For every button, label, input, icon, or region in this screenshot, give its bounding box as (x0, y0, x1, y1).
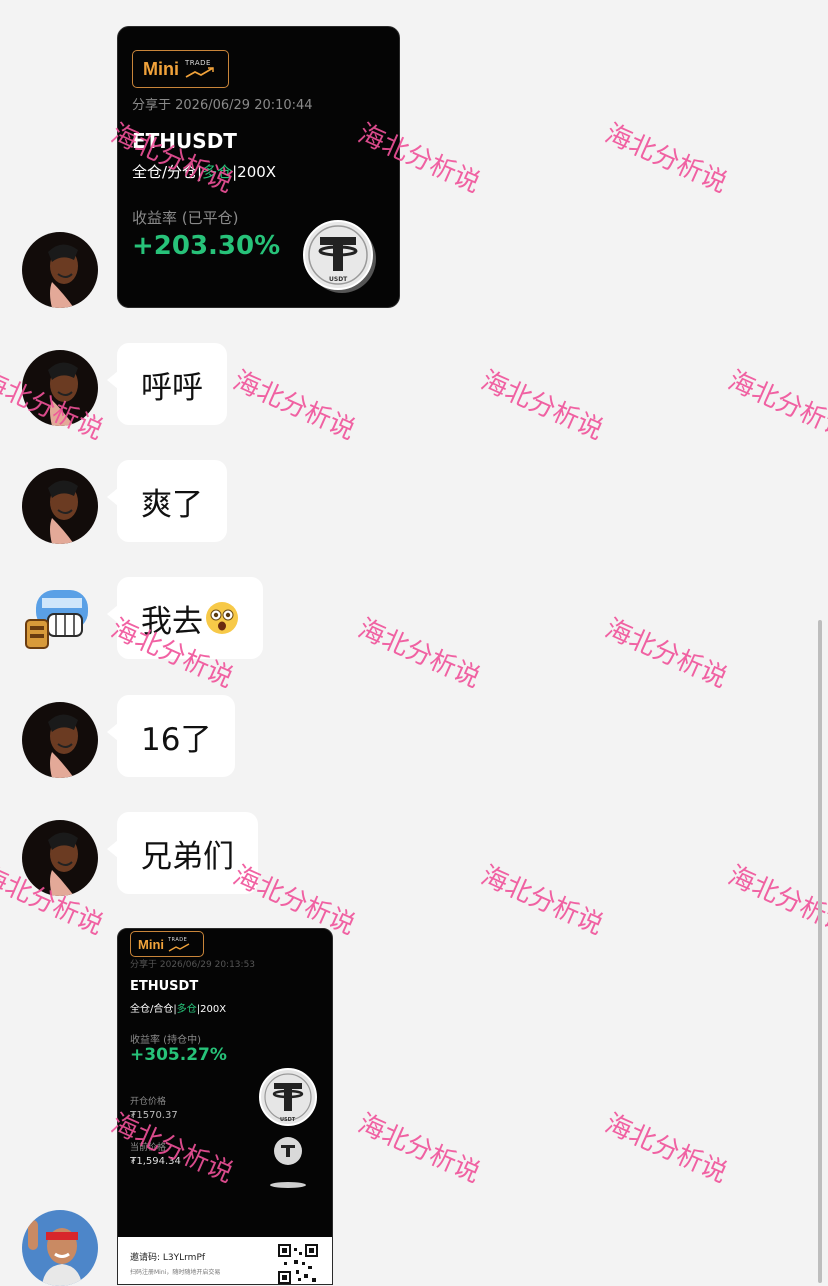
logo-trend-icon: TRADE (168, 937, 190, 952)
open-price-label: 开仓价格 (130, 1097, 167, 1107)
message-text: 爽了 (141, 486, 203, 523)
trade-symbol: ETHUSDT (132, 129, 237, 153)
invite-code: 邀请码: L3YLrmPf (130, 1253, 206, 1263)
watermark: 海北分析说 (353, 613, 485, 694)
current-price-value: ₮1,594.34 (130, 1156, 181, 1167)
invite-note: 扫码注册Mini，随时随地开启交易 (130, 1269, 221, 1276)
message-text: 16了 (141, 721, 212, 758)
message-text: 我去 (141, 603, 203, 640)
invite-footer: 邀请码: L3YLrmPf 扫码注册Mini，随时随地开启交易 (118, 1237, 332, 1284)
watermark: 海北分析说 (353, 1108, 485, 1189)
coin-label: USDT (280, 1117, 296, 1123)
message-bubble[interactable]: 16了 (106, 695, 236, 777)
usdt-coin-icon: USDT (258, 1067, 318, 1201)
avatar[interactable] (22, 820, 98, 896)
leverage: |200X (196, 1004, 227, 1015)
position-info: 全仓/分仓|多仓|200X (132, 161, 276, 182)
trade-symbol: ETHUSDT (130, 979, 199, 994)
avatar[interactable] (22, 350, 98, 426)
watermark: 海北分析说 (228, 365, 360, 446)
watermark: 海北分析说 (723, 365, 828, 446)
shared-timestamp: 分享于 2026/06/29 20:10:44 (132, 98, 313, 113)
avatar-red-headband[interactable] (22, 1210, 98, 1286)
logo-text: Mini (143, 58, 179, 79)
logo-text: Mini (138, 936, 164, 952)
scrollbar[interactable] (818, 620, 822, 1283)
avatar[interactable] (22, 232, 98, 308)
watermark: 海北分析说 (600, 613, 732, 694)
coin-label: USDT (329, 276, 348, 283)
message-bubble[interactable]: 兄弟们 (107, 812, 258, 894)
usdt-coin-icon: USDT (302, 213, 378, 299)
current-price-label: 当前价格 (130, 1143, 167, 1153)
avatar-pixel-character[interactable] (22, 584, 98, 660)
message-bubble[interactable]: 我去 (107, 577, 263, 659)
margin-mode: 全仓/合仓| (130, 1004, 177, 1015)
margin-mode: 全仓/分仓| (132, 163, 203, 181)
watermark: 海北分析说 (600, 1108, 732, 1189)
open-price-value: ₮1570.37 (130, 1110, 178, 1121)
message-text: 兄弟们 (141, 838, 234, 875)
mini-trade-logo: Mini TRADE (130, 931, 204, 957)
trade-share-card[interactable]: Mini TRADE 分享于 2026/06/29 20:13:53 ETHUS… (117, 928, 333, 1285)
message-bubble[interactable]: 呼呼 (107, 343, 227, 425)
position-direction: 多仓 (176, 1004, 197, 1015)
astonished-face-icon (205, 601, 239, 635)
avatar[interactable] (22, 702, 98, 778)
pnl-label: 收益率 (持仓中) (130, 1035, 201, 1046)
watermark: 海北分析说 (476, 860, 608, 941)
position-direction: 多仓 (202, 163, 233, 181)
qr-code-icon (278, 1244, 318, 1284)
pnl-label: 收益率 (已平仓) (132, 209, 239, 227)
message-text: 呼呼 (141, 369, 203, 406)
pnl-value: +203.30% (132, 231, 281, 261)
mini-trade-logo: Mini TRADE (132, 50, 229, 88)
leverage: |200X (232, 163, 277, 181)
watermark: 海北分析说 (600, 118, 732, 199)
avatar[interactable] (22, 468, 98, 544)
watermark: 海北分析说 (723, 860, 828, 941)
watermark: 海北分析说 (476, 365, 608, 446)
position-info: 全仓/合仓|多仓|200X (130, 1000, 226, 1015)
logo-trend-icon: TRADE (185, 59, 215, 79)
message-bubble[interactable]: 爽了 (107, 460, 227, 542)
shared-timestamp: 分享于 2026/06/29 20:13:53 (130, 960, 256, 970)
pnl-value: +305.27% (130, 1045, 227, 1065)
trade-share-card[interactable]: Mini TRADE 分享于 2026/06/29 20:10:44 ETHUS… (117, 26, 400, 308)
